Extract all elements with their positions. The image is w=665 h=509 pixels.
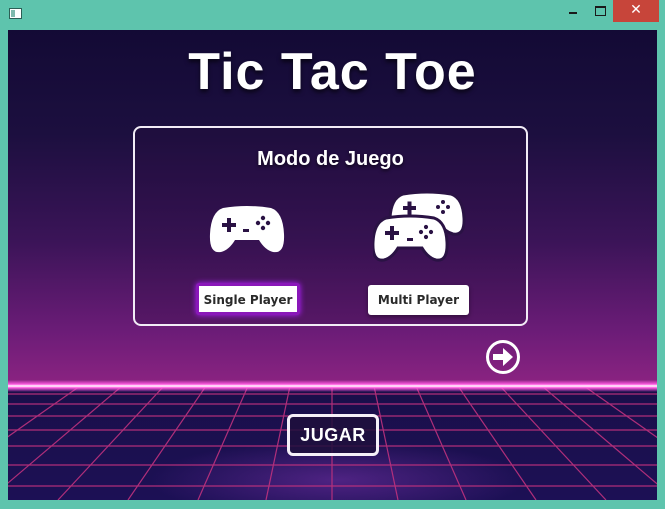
game-scene: Tic Tac Toe Modo de Juego Single Player … xyxy=(8,30,657,500)
single-player-button[interactable]: Single Player xyxy=(196,283,300,315)
game-mode-panel: Modo de Juego Single Player Multi Player xyxy=(133,126,528,326)
maximize-button[interactable] xyxy=(587,0,613,22)
horizon-glow xyxy=(8,380,657,392)
page-title: Tic Tac Toe xyxy=(188,43,477,101)
window-titlebar: ✕ xyxy=(0,0,665,30)
close-button[interactable]: ✕ xyxy=(613,0,659,22)
arrow-right-circle-icon[interactable] xyxy=(485,339,521,375)
play-button[interactable]: JUGAR xyxy=(287,414,379,456)
app-icon xyxy=(9,8,22,19)
multi-player-button[interactable]: Multi Player xyxy=(368,285,469,315)
minimize-button[interactable] xyxy=(560,0,586,22)
gamepad-icon xyxy=(209,206,285,253)
panel-title: Modo de Juego xyxy=(257,148,404,170)
gamepads-icon xyxy=(373,190,466,262)
